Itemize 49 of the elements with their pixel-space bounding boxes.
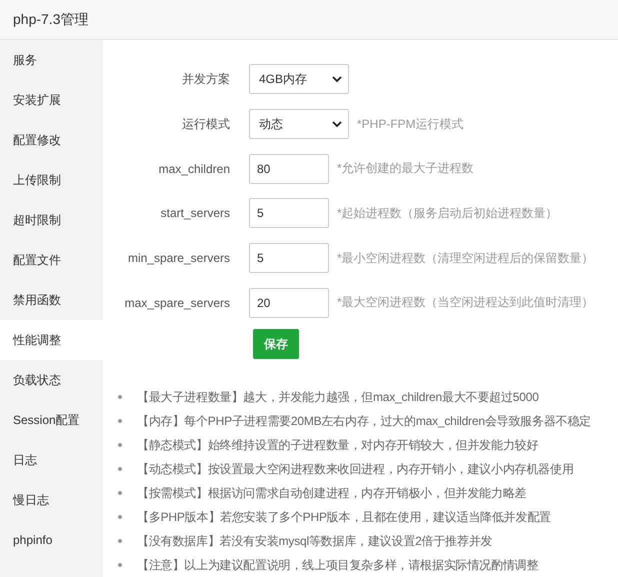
bullet-icon <box>118 395 122 400</box>
note-text: 【内存】每个PHP子进程需要20MB左右内存，过大的max_children会导致服务器不稳定 <box>137 412 591 430</box>
sidebar-item[interactable]: Session配置 <box>0 400 103 440</box>
note-text: 【没有数据库】若没有安装mysql等数据库，建议设置2倍于推荐并发 <box>137 532 492 550</box>
sidebar-item[interactable]: 服务 <box>0 40 103 80</box>
note-text: 【多PHP版本】若您安装了多个PHP版本，且都在使用，建议适当降低并发配置 <box>137 508 551 526</box>
note-text: 【按需模式】根据访问需求自动创建进程，内存开销极小，但并发能力略差 <box>137 484 526 502</box>
dropdown-select[interactable]: 动态 <box>249 109 349 139</box>
bullet-icon <box>118 515 122 520</box>
field-label: max_spare_servers <box>124 296 230 310</box>
input-field[interactable]: 5 <box>249 198 329 228</box>
chevron-icon <box>332 120 342 128</box>
sidebar-item[interactable]: 慢日志 <box>0 480 103 520</box>
field-label: start_servers <box>160 206 230 220</box>
bullet-icon <box>118 419 122 424</box>
note-text: 【动态模式】按设置最大空闲进程数来收回进程，内存开销小，建议小内存机器使用 <box>137 460 574 478</box>
note-text: 【最大子进程数量】越大，并发能力越强，但max_children最大不要超过5000 <box>137 388 539 406</box>
window-title: php-7.3管理 <box>13 10 88 28</box>
field-label: 运行模式 <box>181 116 230 132</box>
bullet-icon <box>118 443 122 448</box>
sidebar-item[interactable]: 禁用函数 <box>0 280 103 320</box>
sidebar-item[interactable]: 负载状态 <box>0 360 103 400</box>
sidebar-item[interactable]: 配置文件 <box>0 240 103 280</box>
sidebar-item[interactable]: 安装扩展 <box>0 80 103 120</box>
chevron-icon <box>332 76 342 83</box>
sidebar-item[interactable]: 日志 <box>0 440 103 480</box>
field-label: min_spare_servers <box>126 251 230 266</box>
sidebar-item[interactable]: 上传限制 <box>0 160 103 200</box>
field-label: max_children <box>158 162 230 176</box>
field-hint: *允许创建的最大子进程数 <box>337 160 474 178</box>
sidebar-item[interactable]: phpinfo <box>0 520 103 560</box>
bullet-icon <box>118 539 122 544</box>
bullet-icon <box>118 491 122 496</box>
field-hint: *PHP-FPM运行模式 <box>357 116 464 132</box>
input-field[interactable]: 80 <box>249 154 329 184</box>
field-hint: *最大空闲进程数（当空闲进程达到此值时清理） <box>337 294 594 312</box>
dropdown-select[interactable]: 4GB内存 <box>249 64 349 94</box>
note-text: 【静态模式】始终维持设置的子进程数量，对内存开销较大，但并发能力较好 <box>137 436 538 454</box>
input-field[interactable]: 5 <box>249 243 329 274</box>
note-text: 【注意】以上为建议配置说明，线上项目复杂多样，请根据实际情况酌情调整 <box>137 556 538 574</box>
sidebar-item[interactable]: 超时限制 <box>0 200 103 240</box>
field-hint: *最小空闲进程数（清理空闲进程后的保留数量） <box>337 250 594 267</box>
bullet-icon <box>118 563 122 568</box>
field-hint: *起始进程数（服务启动后初始进程数量） <box>337 204 558 222</box>
sidebar-item[interactable]: 配置修改 <box>0 120 103 160</box>
input-field[interactable]: 20 <box>249 288 329 318</box>
field-label: 并发方案 <box>181 70 230 88</box>
bullet-icon <box>118 467 122 472</box>
sidebar-item[interactable]: 性能调整 <box>0 320 103 360</box>
